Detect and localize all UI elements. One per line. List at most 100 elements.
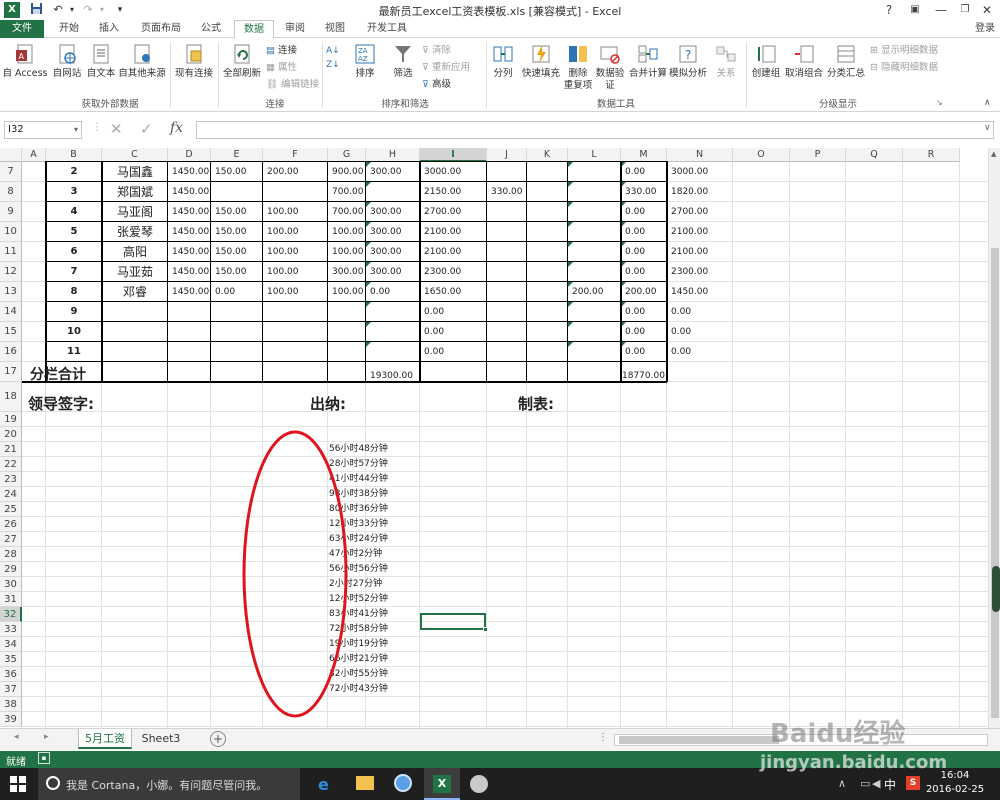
what-if-analysis-button[interactable]: ? 模拟分析 — [668, 43, 708, 80]
prev-sheet-icon[interactable]: ◂ — [14, 732, 19, 742]
tab-insert[interactable]: 插入 — [92, 20, 126, 38]
clock-date[interactable]: 2016-02-25 — [922, 784, 988, 795]
error-indicator-icon[interactable] — [366, 182, 371, 187]
table-cell[interactable]: 2100.00 — [671, 223, 708, 241]
table-cell[interactable]: 0.00 — [625, 263, 645, 281]
row-header-30[interactable]: 30 — [0, 577, 22, 592]
table-cell[interactable]: 1450.00 — [172, 163, 209, 181]
table-cell[interactable]: 0.00 — [625, 163, 645, 181]
table-cell[interactable]: 3 — [46, 183, 102, 201]
collapse-ribbon-icon[interactable]: ∧ — [984, 98, 991, 108]
table-cell[interactable]: 700.00 — [332, 183, 364, 201]
table-cell[interactable]: 10 — [46, 323, 102, 341]
row-header-29[interactable]: 29 — [0, 562, 22, 577]
tab-view[interactable]: 视图 — [320, 20, 350, 38]
table-cell[interactable]: 马亚阁 — [102, 203, 168, 221]
table-cell[interactable]: 2100.00 — [424, 223, 461, 241]
table-cell[interactable]: 300.00 — [370, 223, 402, 241]
table-cell[interactable]: 0.00 — [424, 303, 444, 321]
expand-formula-bar-icon[interactable]: ∨ — [984, 123, 991, 133]
error-indicator-icon[interactable] — [366, 222, 371, 227]
table-cell[interactable]: 300.00 — [370, 163, 402, 181]
app-icon[interactable] — [470, 775, 488, 793]
table-cell[interactable]: 0.00 — [625, 323, 645, 341]
scroll-thumb[interactable] — [991, 248, 999, 718]
table-cell[interactable]: 900.00 — [332, 163, 364, 181]
table-cell[interactable]: 6 — [46, 243, 102, 261]
table-cell[interactable]: 0.00 — [625, 343, 645, 361]
table-cell[interactable]: 100.00 — [267, 283, 299, 301]
ungroup-button[interactable]: 取消组合 — [784, 43, 824, 80]
row-header-19[interactable]: 19 — [0, 412, 22, 427]
column-header-g[interactable]: G — [328, 148, 366, 162]
table-cell[interactable]: 300.00 — [370, 263, 402, 281]
table-cell[interactable]: 8 — [46, 283, 102, 301]
table-cell[interactable]: 100.00 — [332, 243, 364, 261]
table-cell[interactable]: 100.00 — [267, 263, 299, 281]
total-h[interactable]: 19300.00 — [370, 367, 413, 385]
row-header-17[interactable]: 17 — [0, 362, 22, 382]
table-cell[interactable]: 马国鑫 — [102, 163, 168, 181]
subtotal-button[interactable]: 分类汇总 — [826, 43, 866, 80]
table-cell[interactable]: 300.00 — [332, 263, 364, 281]
row-header-12[interactable]: 12 — [0, 262, 22, 282]
edit-links-button[interactable]: ⛓ 编辑链接 — [266, 78, 319, 92]
formula-input[interactable] — [196, 121, 994, 139]
table-cell[interactable]: 3000.00 — [671, 163, 708, 181]
tab-file[interactable]: 文件 — [0, 20, 44, 38]
column-header-p[interactable]: P — [790, 148, 846, 162]
properties-button[interactable]: ▦ 属性 — [266, 61, 297, 75]
ribbon-display-options-icon[interactable]: ▣ — [902, 0, 928, 20]
table-cell[interactable]: 100.00 — [267, 243, 299, 261]
show-detail-button[interactable]: ⊞ 显示明细数据 — [870, 44, 938, 58]
relationships-button[interactable]: 关系 — [710, 43, 742, 80]
error-indicator-icon[interactable] — [568, 182, 573, 187]
table-cell[interactable]: 150.00 — [215, 203, 247, 221]
volume-icon[interactable]: ◀ — [872, 777, 880, 790]
table-cell[interactable]: 3000.00 — [424, 163, 461, 181]
side-widget-tab[interactable] — [992, 566, 1000, 612]
table-cell[interactable]: 4 — [46, 203, 102, 221]
row-header-26[interactable]: 26 — [0, 517, 22, 532]
table-cell[interactable]: 2 — [46, 163, 102, 181]
vertical-scrollbar[interactable]: ▲ — [988, 148, 1000, 728]
excel-taskbar-button[interactable]: X — [424, 768, 460, 800]
column-header-a[interactable]: A — [22, 148, 46, 162]
table-cell[interactable]: 1450.00 — [671, 283, 708, 301]
row-header-13[interactable]: 13 — [0, 282, 22, 302]
table-cell[interactable]: 0.00 — [671, 303, 691, 321]
table-cell[interactable]: 330.00 — [491, 183, 523, 201]
name-box[interactable]: I32 ▾ — [4, 121, 82, 139]
table-cell[interactable]: 1450.00 — [172, 203, 209, 221]
tray-up-arrow-icon[interactable]: ∧ — [838, 777, 846, 790]
consolidate-button[interactable]: 合并计算 — [628, 43, 668, 80]
error-indicator-icon[interactable] — [568, 282, 573, 287]
table-cell[interactable]: 1450.00 — [172, 183, 209, 201]
column-header-o[interactable]: O — [733, 148, 790, 162]
error-indicator-icon[interactable] — [568, 302, 573, 307]
connections-button[interactable]: ▤ 连接 — [266, 44, 297, 58]
tab-page-layout[interactable]: 页面布局 — [136, 20, 186, 38]
row-header-33[interactable]: 33 — [0, 622, 22, 637]
browser-globe-icon[interactable] — [394, 774, 412, 792]
error-indicator-icon[interactable] — [568, 162, 573, 167]
table-cell[interactable]: 200.00 — [267, 163, 299, 181]
table-cell[interactable]: 200.00 — [625, 283, 657, 301]
table-cell[interactable]: 100.00 — [332, 223, 364, 241]
sogou-ime-icon[interactable]: S — [906, 776, 920, 790]
error-indicator-icon[interactable] — [366, 322, 371, 327]
row-header-39[interactable]: 39 — [0, 712, 22, 727]
row-header-32[interactable]: 32 — [0, 607, 22, 622]
row-header-14[interactable]: 14 — [0, 302, 22, 322]
table-cell[interactable]: 0.00 — [671, 343, 691, 361]
file-explorer-icon[interactable] — [356, 776, 374, 790]
row-header-28[interactable]: 28 — [0, 547, 22, 562]
table-cell[interactable]: 5 — [46, 223, 102, 241]
table-cell[interactable]: 0.00 — [424, 343, 444, 361]
advanced-filter-button[interactable]: ⊽ 高级 — [422, 78, 451, 92]
column-header-m[interactable]: M — [621, 148, 667, 162]
table-cell[interactable]: 张爱琴 — [102, 223, 168, 241]
table-cell[interactable]: 2150.00 — [424, 183, 461, 201]
row-header-31[interactable]: 31 — [0, 592, 22, 607]
refresh-all-button[interactable]: 全部刷新 — [220, 43, 264, 80]
